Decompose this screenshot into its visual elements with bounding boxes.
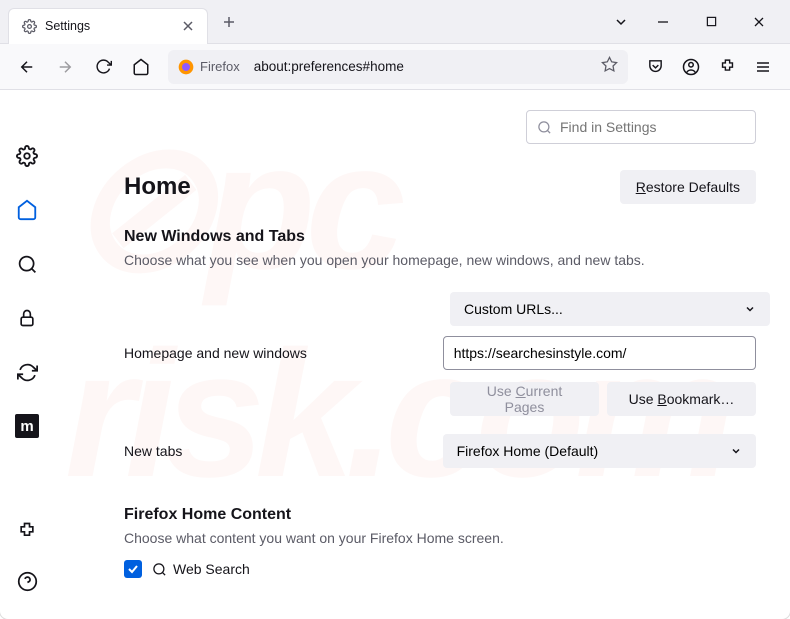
tabs-dropdown-button[interactable] <box>606 7 636 37</box>
browser-toolbar: Firefox about:preferences#home <box>0 44 790 90</box>
browser-tab[interactable]: Settings <box>8 8 208 44</box>
url-bar[interactable]: Firefox about:preferences#home <box>168 50 628 84</box>
homepage-url-input[interactable] <box>443 336 756 370</box>
settings-sidebar: m <box>0 90 54 619</box>
homepage-dropdown[interactable]: Custom URLs... <box>450 292 770 326</box>
sidebar-general[interactable] <box>9 138 45 174</box>
account-button[interactable] <box>674 50 708 84</box>
firefox-icon <box>178 59 194 75</box>
forward-button[interactable] <box>48 50 82 84</box>
search-icon <box>537 120 552 135</box>
search-icon <box>152 562 167 577</box>
newtabs-label: New tabs <box>124 443 443 459</box>
check-icon <box>127 563 139 575</box>
settings-search-input[interactable] <box>560 119 745 135</box>
section-sub: Choose what you see when you open your h… <box>124 252 756 268</box>
back-button[interactable] <box>10 50 44 84</box>
sidebar-sync[interactable] <box>9 354 45 390</box>
firefox-badge: Firefox <box>178 59 240 75</box>
pocket-button[interactable] <box>638 50 672 84</box>
close-tab-button[interactable] <box>179 17 197 35</box>
sidebar-extensions[interactable] <box>9 513 45 549</box>
sidebar-privacy[interactable] <box>9 300 45 336</box>
restore-defaults-button[interactable]: Restore Defaults <box>620 170 756 204</box>
sidebar-more-mozilla[interactable]: m <box>9 408 45 444</box>
mozilla-icon: m <box>15 414 39 438</box>
extensions-button[interactable] <box>710 50 744 84</box>
newtabs-dropdown[interactable]: Firefox Home (Default) <box>443 434 756 468</box>
window-titlebar: Settings <box>0 0 790 44</box>
section-heading: New Windows and Tabs <box>124 228 756 246</box>
settings-search[interactable] <box>526 110 756 144</box>
section2-sub: Choose what content you want on your Fir… <box>124 530 756 546</box>
maximize-button[interactable] <box>696 7 726 37</box>
minimize-button[interactable] <box>648 7 678 37</box>
close-window-button[interactable] <box>744 7 774 37</box>
websearch-checkbox[interactable] <box>124 560 142 578</box>
section2-heading: Firefox Home Content <box>124 506 756 524</box>
websearch-label: Web Search <box>152 561 250 577</box>
menu-button[interactable] <box>746 50 780 84</box>
use-bookmark-button[interactable]: Use Bookmark… <box>607 382 756 416</box>
homepage-label: Homepage and new windows <box>124 345 443 361</box>
reload-button[interactable] <box>86 50 120 84</box>
sidebar-help[interactable] <box>9 563 45 599</box>
sidebar-search[interactable] <box>9 246 45 282</box>
gear-icon <box>21 18 37 34</box>
settings-main: Home Restore Defaults New Windows and Ta… <box>54 90 790 619</box>
chevron-down-icon <box>730 445 742 457</box>
chevron-down-icon <box>744 303 756 315</box>
sidebar-home[interactable] <box>9 192 45 228</box>
new-tab-button[interactable] <box>214 7 244 37</box>
page-title: Home <box>124 173 191 201</box>
bookmark-star-icon[interactable] <box>601 56 618 78</box>
tab-title: Settings <box>45 19 171 33</box>
url-text: about:preferences#home <box>254 59 404 74</box>
home-button[interactable] <box>124 50 158 84</box>
use-current-pages-button[interactable]: Use Current Pages <box>450 382 599 416</box>
